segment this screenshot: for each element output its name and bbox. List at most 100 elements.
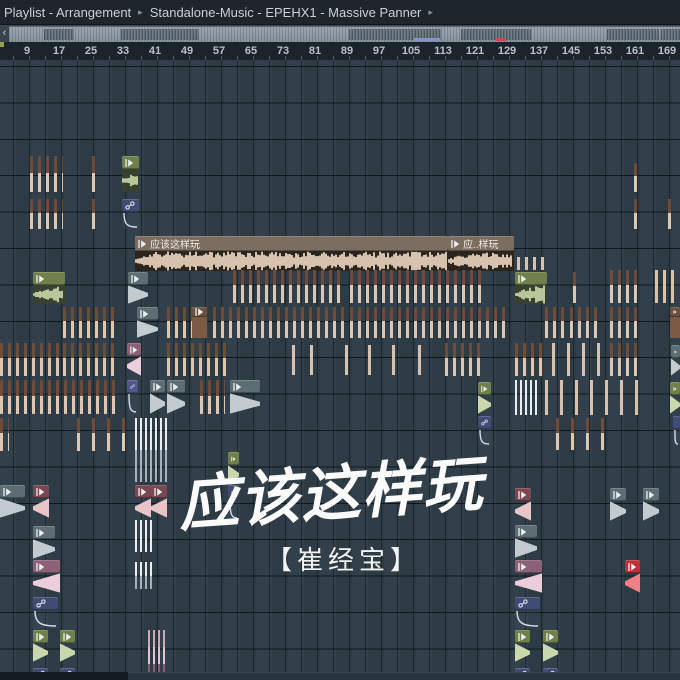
clip-header[interactable] [643, 488, 659, 501]
pattern-clip[interactable] [233, 270, 345, 303]
roll-pattern-clip[interactable] [135, 562, 152, 589]
audio-fade-clip[interactable] [60, 630, 75, 662]
automation-clip[interactable] [33, 597, 58, 628]
clip-header[interactable] [228, 452, 239, 465]
audio-fade-clip[interactable] [33, 485, 49, 518]
audio-fade-clip[interactable] [33, 630, 48, 662]
scroll-left-icon[interactable]: ‹ [0, 25, 9, 42]
pattern-clip[interactable] [515, 343, 545, 376]
clip-header[interactable] [150, 380, 165, 393]
clip-header[interactable] [122, 199, 139, 212]
audio-fade-clip[interactable] [515, 525, 537, 558]
clip-header[interactable] [33, 560, 60, 573]
audio-fade-clip[interactable] [135, 485, 151, 518]
pattern-clip[interactable] [213, 307, 345, 338]
playlist-overview-scrollbar[interactable]: ‹ [0, 25, 680, 42]
pattern-clip[interactable] [0, 343, 60, 376]
pattern-clip[interactable] [668, 199, 675, 229]
clip-header[interactable] [543, 630, 558, 643]
clip-header[interactable] [33, 630, 48, 643]
audio-clip-body[interactable] [515, 285, 547, 304]
audio-fade-clip[interactable] [515, 488, 531, 521]
pattern-clip[interactable] [292, 345, 297, 375]
pattern-clip[interactable] [345, 345, 350, 375]
pattern-clip[interactable] [350, 270, 483, 303]
audio-fade-clip[interactable] [33, 526, 55, 559]
audio-fade-clip[interactable] [515, 560, 542, 593]
pattern-clip[interactable] [634, 163, 640, 192]
audio-fade-clip[interactable] [671, 345, 680, 376]
clip-header[interactable] [33, 272, 65, 285]
clip-header[interactable] [610, 488, 626, 501]
pattern-clip[interactable] [310, 345, 315, 375]
audio-fade-clip[interactable] [643, 488, 659, 521]
playlist-grid[interactable]: 应该这样玩 应..样玩 应该这样玩 【崔经宝】 [0, 60, 680, 672]
audio-fade-clip[interactable] [137, 307, 158, 338]
clip-header[interactable] [670, 382, 680, 395]
audio-clip-body[interactable] [135, 251, 448, 271]
clip-header[interactable] [135, 485, 151, 498]
pattern-clip[interactable] [570, 307, 600, 338]
clip-header[interactable] [33, 526, 55, 539]
automation-clip[interactable] [127, 380, 138, 414]
pattern-clip[interactable] [655, 270, 678, 303]
pattern-clip[interactable] [552, 343, 607, 376]
pattern-clip[interactable] [392, 345, 397, 375]
pattern-clip[interactable] [77, 418, 127, 451]
pattern-clip[interactable] [610, 270, 640, 303]
clip-header[interactable] [167, 380, 185, 393]
pattern-clip[interactable] [30, 199, 63, 229]
timeline-ruler[interactable]: 9 17 25 33 41 49 57 65 73 81 89 97 105 113 121 129 137 14… [0, 42, 680, 61]
pattern-clip[interactable] [30, 156, 63, 192]
automation-clip[interactable] [228, 485, 239, 520]
pattern-clip[interactable] [63, 343, 115, 376]
automation-clip-body[interactable] [478, 429, 491, 446]
playlist-titlebar[interactable]: Playlist - Arrangement ▸ Standalone-Musi… [0, 0, 680, 25]
audio-fade-clip[interactable] [127, 343, 141, 376]
clip-header[interactable] [127, 380, 138, 393]
pattern-clip[interactable] [610, 307, 640, 338]
pattern-clip[interactable] [610, 343, 640, 376]
scrollbar-thumb[interactable] [128, 672, 680, 680]
automation-clip-body[interactable] [122, 212, 139, 229]
roll-pattern-clip[interactable] [148, 630, 168, 672]
clip-header[interactable] [137, 307, 158, 320]
audio-clip[interactable]: 应该这样玩 [135, 236, 448, 271]
automation-clip[interactable] [478, 416, 491, 446]
pattern-clip[interactable] [418, 345, 423, 375]
audio-fade-clip[interactable] [230, 380, 260, 414]
clip-header[interactable] [673, 416, 680, 429]
pattern-clip[interactable] [92, 156, 97, 192]
clip-header[interactable] [478, 382, 491, 395]
clip-header[interactable] [33, 597, 58, 610]
clip-header[interactable] [478, 416, 491, 429]
clip[interactable] [670, 307, 680, 338]
pattern-clip[interactable] [92, 199, 97, 229]
pattern-clip[interactable] [0, 380, 115, 414]
clip-header[interactable]: 应..样玩 [448, 236, 514, 251]
audio-fade-clip[interactable] [0, 485, 25, 518]
audio-clip-body[interactable] [122, 169, 139, 192]
audio-fade-clip[interactable] [228, 452, 239, 484]
song-overview-strip[interactable] [9, 26, 680, 42]
clip-header[interactable] [625, 560, 640, 573]
automation-clip[interactable] [515, 597, 540, 628]
audio-fade-clip[interactable] [150, 380, 165, 414]
roll-pattern-clip[interactable] [135, 418, 168, 482]
automation-clip-body[interactable] [127, 393, 138, 414]
audio-fade-clip[interactable] [543, 630, 558, 662]
automation-clip[interactable] [673, 416, 680, 446]
clip-header[interactable] [192, 307, 207, 317]
pattern-clip[interactable] [634, 199, 640, 229]
pattern-clip[interactable] [350, 307, 510, 338]
audio-fade-clip[interactable] [33, 560, 60, 593]
audio-fade-clip[interactable] [151, 485, 167, 518]
breadcrumb-selection[interactable]: Standalone-Music - EPEHX1 - Massive Pann… [150, 5, 422, 20]
audio-clip-body[interactable] [33, 285, 65, 304]
pattern-clip[interactable] [573, 272, 578, 303]
clip-header[interactable] [228, 485, 239, 498]
clip-header[interactable] [515, 630, 530, 643]
pattern-clip[interactable] [0, 418, 9, 451]
clip-header[interactable] [0, 485, 25, 498]
clip-header[interactable] [128, 272, 148, 285]
